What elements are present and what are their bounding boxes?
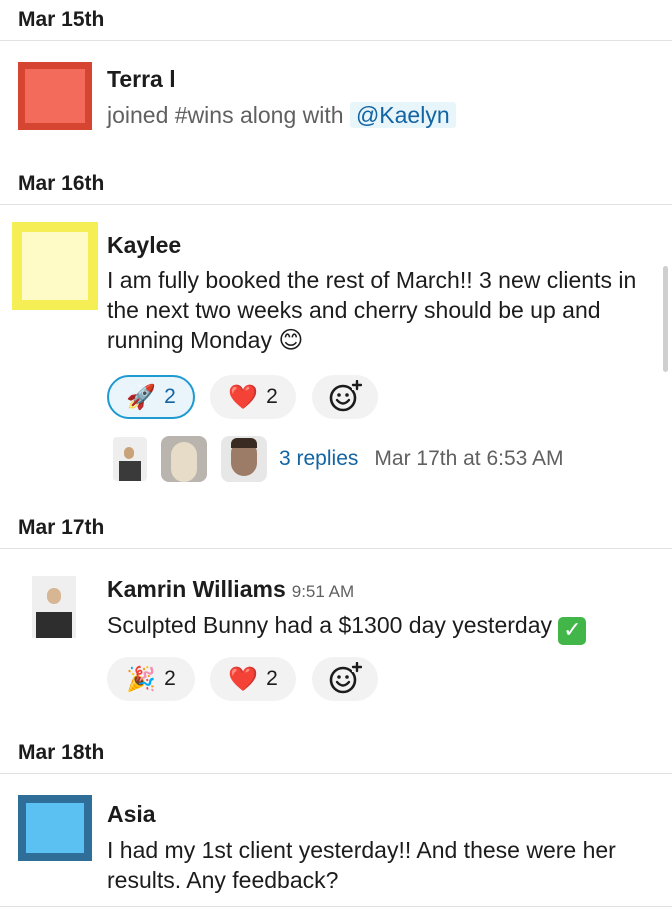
- add-reaction-button[interactable]: [312, 657, 378, 701]
- reaction-count: 2: [164, 385, 176, 408]
- date-divider: Mar 15th: [0, 0, 672, 41]
- replies-link[interactable]: 3 replies: [279, 447, 358, 471]
- reaction-count: 2: [266, 385, 278, 408]
- message-timestamp[interactable]: 9:51 AM: [292, 582, 354, 601]
- scrollbar[interactable]: [663, 266, 668, 372]
- author-name[interactable]: Terra l: [107, 66, 176, 93]
- message-kamrin[interactable]: Kamrin Williams 9:51 AM Sculpted Bunny ha…: [0, 550, 672, 730]
- reaction-count: 2: [266, 667, 278, 690]
- add-reaction-icon: [329, 662, 362, 694]
- author-name[interactable]: Kaylee: [107, 232, 181, 259]
- reaction-heart[interactable]: ❤️ 2: [210, 657, 296, 701]
- date-divider: Mar 18th: [0, 733, 672, 774]
- smiling-face-icon: 😊: [278, 326, 304, 354]
- author-line: Kamrin Williams 9:51 AM: [107, 576, 354, 603]
- avatar[interactable]: [32, 576, 76, 638]
- reaction-party[interactable]: 🎉 2: [107, 657, 195, 701]
- heart-icon: ❤️: [228, 383, 259, 411]
- message-asia[interactable]: Asia I had my 1st client yesterday!! And…: [0, 775, 672, 905]
- date-label: Mar 16th: [18, 172, 105, 195]
- heart-icon: ❤️: [228, 665, 259, 693]
- thread-summary[interactable]: 3 replies Mar 17th at 6:53 AM: [113, 435, 564, 483]
- author-name[interactable]: Kamrin Williams: [107, 576, 286, 602]
- reaction-rocket[interactable]: 🚀 2: [107, 375, 195, 419]
- reply-avatar: [161, 436, 207, 482]
- add-reaction-button[interactable]: [312, 375, 378, 419]
- author-name[interactable]: Asia: [107, 801, 156, 828]
- reply-avatar: [221, 436, 267, 482]
- avatar[interactable]: [12, 222, 98, 310]
- date-divider: Mar 17th: [0, 508, 672, 549]
- message-terra[interactable]: Terra l joined #wins along with @Kaelyn: [0, 40, 672, 160]
- check-mark-icon: ✓: [558, 617, 587, 645]
- date-label: Mar 15th: [18, 8, 105, 31]
- message-text: I am fully booked the rest of March!! 3 …: [107, 265, 648, 355]
- mention-link[interactable]: @Kaelyn: [349, 102, 456, 128]
- avatar[interactable]: [18, 62, 92, 130]
- message-text: I had my 1st client yesterday!! And thes…: [107, 837, 616, 893]
- join-text: joined #wins along with: [107, 102, 344, 128]
- reaction-count: 2: [164, 667, 176, 690]
- date-divider: Mar 16th: [0, 164, 672, 205]
- message-body: Sculpted Bunny had a $1300 day yesterday: [107, 612, 552, 638]
- divider: [0, 906, 672, 907]
- rocket-icon: 🚀: [126, 383, 157, 411]
- party-popper-icon: 🎉: [126, 665, 157, 693]
- reply-avatar: [113, 437, 147, 481]
- date-label: Mar 17th: [18, 516, 105, 539]
- avatar[interactable]: [18, 795, 92, 861]
- message-body: I am fully booked the rest of March!! 3 …: [107, 267, 637, 353]
- message-text: Sculpted Bunny had a $1300 day yesterday…: [107, 610, 648, 645]
- add-reaction-icon: [329, 380, 362, 412]
- date-label: Mar 18th: [18, 741, 105, 764]
- message-text: joined #wins along with @Kaelyn: [107, 100, 648, 130]
- reaction-heart[interactable]: ❤️ 2: [210, 375, 296, 419]
- last-reply-time: Mar 17th at 6:53 AM: [374, 447, 564, 470]
